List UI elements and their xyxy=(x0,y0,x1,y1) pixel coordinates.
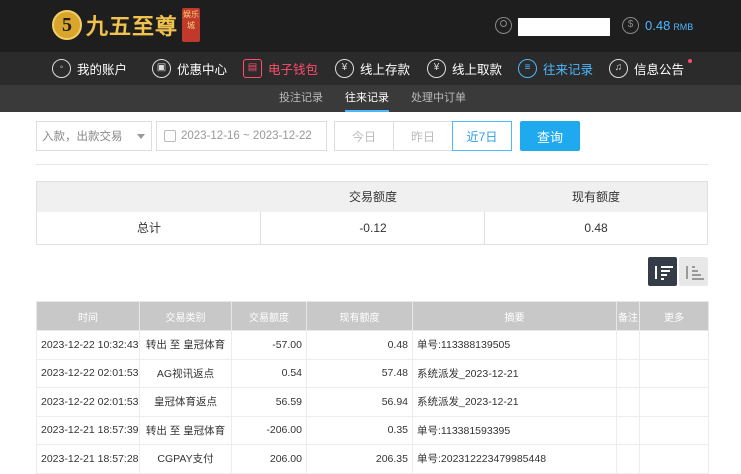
table-row: 2023-12-22 10:32:43 转出 至 皇冠体育 -57.00 0.4… xyxy=(36,330,709,360)
balance-currency: RMB xyxy=(673,22,694,32)
table-row: 2023-12-21 18:57:39 转出 至 皇冠体育 -206.00 0.… xyxy=(36,415,709,445)
records-table: 时间 交易类别 交易额度 现有额度 摘要 备注 更多 2023-12-22 10… xyxy=(36,301,709,474)
cell-more[interactable] xyxy=(639,415,709,445)
cell-remark xyxy=(616,415,640,445)
cell-type: 皇冠体育返点 xyxy=(139,387,232,417)
summary-total-balance: 0.48 xyxy=(584,221,608,235)
nav-label: 线上存款 xyxy=(360,63,411,77)
col-remark: 备注 xyxy=(616,301,640,331)
cell-more[interactable] xyxy=(639,330,709,360)
cell-time: 2023-12-21 18:57:39 xyxy=(36,415,140,445)
sort-desc-button[interactable] xyxy=(648,257,677,286)
cell-balance: 0.48 xyxy=(306,330,413,360)
top-bar: 5 九五至尊 娱乐城 $ 0.48 RMB xyxy=(0,0,741,52)
cell-amount: 0.54 xyxy=(231,358,307,388)
cell-type: 转出 至 皇冠体育 xyxy=(139,415,232,445)
summary-header-amount: 交易额度 xyxy=(348,190,397,204)
col-balance: 现有额度 xyxy=(306,301,413,331)
divider xyxy=(36,164,708,165)
cell-summary: 系统派发_2023-12-21 xyxy=(412,358,617,388)
balance-value: 0.48 xyxy=(645,18,671,33)
cell-amount: -206.00 xyxy=(231,415,307,445)
table-row: 2023-12-22 02:01:53 皇冠体育返点 56.59 56.94 系… xyxy=(36,387,709,417)
cell-amount: -57.00 xyxy=(231,330,307,360)
summary-table: 交易额度 现有额度 总计 -0.12 0.48 xyxy=(36,181,708,245)
logo-title: 九五至尊 xyxy=(86,15,179,40)
tab-transaction-records[interactable]: 往来记录 xyxy=(345,85,389,112)
bell-icon: ♫ xyxy=(609,59,628,78)
today-button[interactable]: 今日 xyxy=(334,121,394,151)
logo-badge: 娱乐城 xyxy=(182,8,201,42)
summary-header-balance: 现有额度 xyxy=(571,190,620,204)
wallet-icon: ▤ xyxy=(243,59,262,78)
col-summary: 摘要 xyxy=(412,301,617,331)
cell-remark xyxy=(616,330,640,360)
coin-icon: $ xyxy=(622,17,639,34)
yesterday-button[interactable]: 昨日 xyxy=(393,121,453,151)
withdraw-icon: ¥ xyxy=(427,59,446,78)
cell-type: 转出 至 皇冠体育 xyxy=(139,330,232,360)
nav-label: 电子钱包 xyxy=(268,63,319,77)
deposit-icon: ¥ xyxy=(335,59,354,78)
nav-label: 往来记录 xyxy=(543,63,594,77)
cell-time: 2023-12-22 10:32:43 xyxy=(36,330,140,360)
cell-balance: 56.94 xyxy=(306,387,413,417)
col-time: 时间 xyxy=(36,301,140,331)
records-icon: ≡ xyxy=(518,59,537,78)
date-range-value: 2023-12-16 ~ 2023-12-22 xyxy=(181,130,312,142)
nav-announcements[interactable]: ♫ 信息公告 xyxy=(609,52,684,85)
nav-e-wallet[interactable]: ▤ 电子钱包 xyxy=(243,52,318,85)
cell-summary: 单号:113381593395 xyxy=(412,415,617,445)
summary-total-label: 总计 xyxy=(136,221,161,235)
cell-summary: 单号:113388139505 xyxy=(412,330,617,360)
nav-my-account[interactable]: ◦ 我的账户 xyxy=(52,52,127,85)
select-value: 入款，出款交易 xyxy=(42,131,123,143)
nav-label: 信息公告 xyxy=(634,63,685,77)
summary-total-amount: -0.12 xyxy=(359,221,387,235)
user-icon: ◦ xyxy=(52,59,71,78)
chevron-down-icon xyxy=(137,134,145,139)
table-row: 2023-12-22 02:01:53 AG视讯返点 0.54 57.48 系统… xyxy=(36,358,709,388)
cell-remark xyxy=(616,358,640,388)
nav-label: 优惠中心 xyxy=(177,63,228,77)
nav-online-withdraw[interactable]: ¥ 线上取款 xyxy=(427,52,502,85)
date-range-input[interactable]: 2023-12-16 ~ 2023-12-22 xyxy=(156,121,327,151)
table-header-row: 时间 交易类别 交易额度 现有额度 摘要 备注 更多 xyxy=(36,301,709,331)
col-amount: 交易额度 xyxy=(231,301,307,331)
gift-icon: ▣ xyxy=(152,59,171,78)
cell-more[interactable] xyxy=(639,358,709,388)
nav-records[interactable]: ≡ 往来记录 xyxy=(518,52,593,85)
cell-balance: 0.35 xyxy=(306,415,413,445)
search-button[interactable]: 查询 xyxy=(520,121,580,151)
cell-balance: 57.48 xyxy=(306,358,413,388)
col-type: 交易类别 xyxy=(139,301,232,331)
nav-online-deposit[interactable]: ¥ 线上存款 xyxy=(335,52,410,85)
nav-label: 线上取款 xyxy=(452,63,503,77)
site-logo[interactable]: 5 九五至尊 娱乐城 xyxy=(52,7,201,43)
nav-promotions[interactable]: ▣ 优惠中心 xyxy=(152,52,227,85)
notification-dot xyxy=(688,59,692,63)
cell-amount: 56.59 xyxy=(231,387,307,417)
main-nav: ◦ 我的账户 ▣ 优惠中心 ▤ 电子钱包 ¥ 线上存款 ¥ 线上取款 ≡ 往来记录 ♫ 信息公… xyxy=(0,52,741,85)
tab-pending-orders[interactable]: 处理中订单 xyxy=(411,85,466,112)
sub-nav: 投注记录 往来记录 处理中订单 xyxy=(0,85,741,112)
last-7-days-button[interactable]: 近7日 xyxy=(452,121,512,151)
cell-time: 2023-12-22 02:01:53 xyxy=(36,387,140,417)
tab-bet-records[interactable]: 投注记录 xyxy=(279,85,323,112)
cell-type: AG视讯返点 xyxy=(139,358,232,388)
nav-label: 我的账户 xyxy=(77,63,128,77)
cell-time: 2023-12-22 02:01:53 xyxy=(36,358,140,388)
col-more: 更多 xyxy=(639,301,709,331)
cell-more[interactable] xyxy=(639,387,709,417)
account-balance: 0.48 RMB xyxy=(645,18,693,33)
calendar-icon xyxy=(164,130,176,142)
cell-remark xyxy=(616,387,640,417)
user-icon[interactable] xyxy=(495,17,512,34)
transaction-type-select[interactable]: 入款，出款交易 xyxy=(36,121,152,151)
cell-summary: 系统派发_2023-12-21 xyxy=(412,387,617,417)
sort-asc-button[interactable] xyxy=(679,257,708,286)
username-redacted xyxy=(518,18,610,36)
logo-emblem: 5 xyxy=(52,10,82,40)
